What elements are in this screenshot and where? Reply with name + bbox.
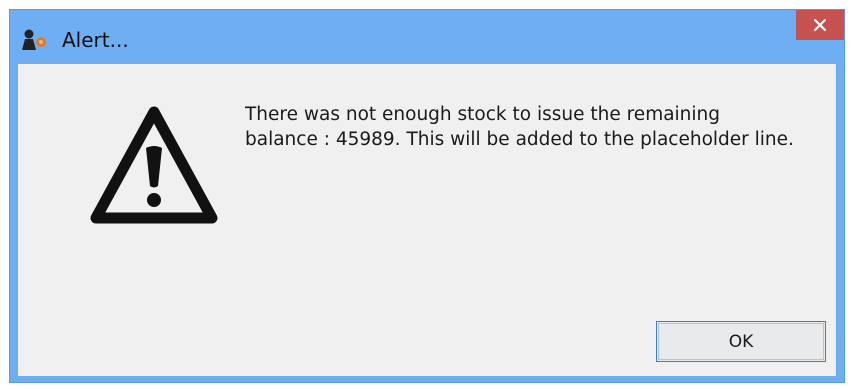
close-icon: [813, 18, 827, 32]
warning-icon: [88, 104, 220, 226]
ok-button-label: OK: [728, 331, 754, 352]
app-logo-icon: [19, 28, 49, 52]
alert-dialog: Alert... There was not enough stock to i…: [9, 9, 845, 383]
window-title: Alert...: [62, 28, 129, 52]
alert-message: There was not enough stock to issue the …: [245, 102, 825, 152]
alert-message-line-2: balance : 45989. This will be added to t…: [245, 129, 794, 150]
alert-message-line-1: There was not enough stock to issue the …: [245, 104, 721, 125]
dialog-body: There was not enough stock to issue the …: [18, 64, 836, 376]
title-bar[interactable]: Alert...: [10, 10, 844, 64]
close-button[interactable]: [796, 10, 844, 40]
ok-button[interactable]: OK: [656, 321, 826, 362]
